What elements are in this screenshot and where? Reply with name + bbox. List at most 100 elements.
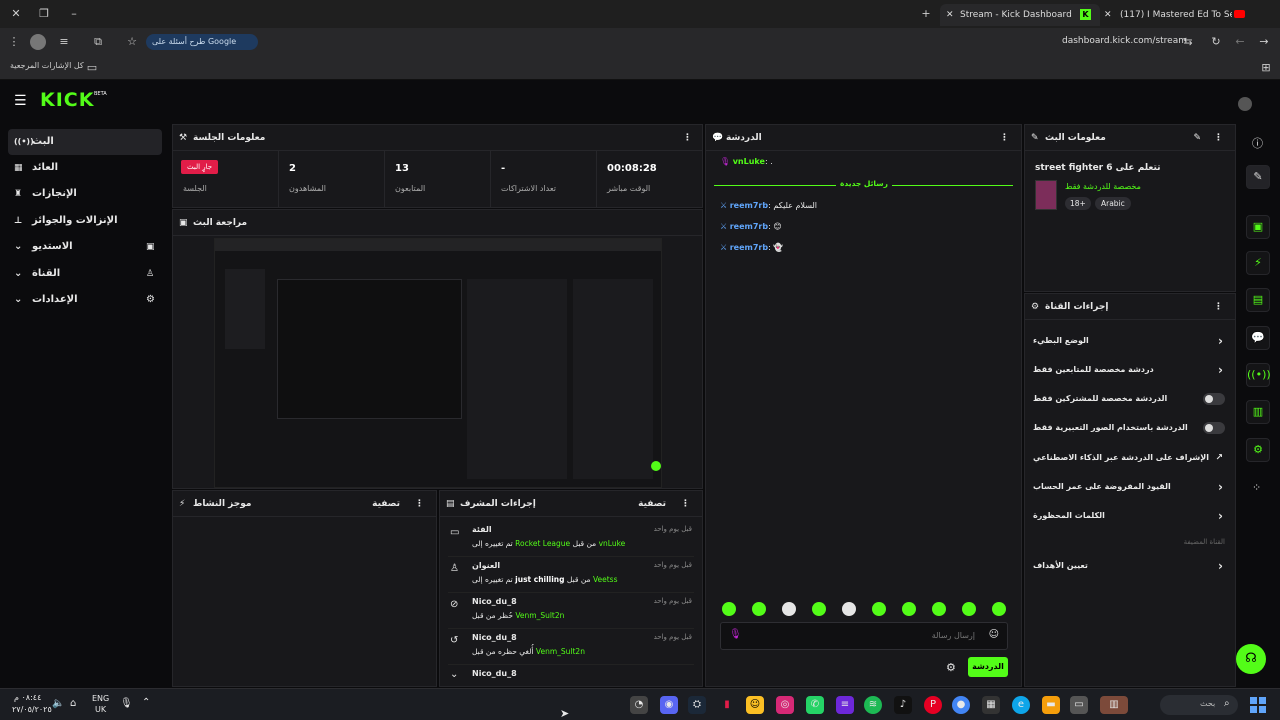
bookmark-star-icon[interactable]: ☆ <box>124 34 140 50</box>
edit-icon[interactable]: ✎ <box>1193 125 1201 151</box>
close-tab-icon[interactable]: ✕ <box>946 4 954 26</box>
sidebar-item-drops[interactable]: ⊥ الإنزالات والجوائز <box>8 208 162 234</box>
chat-input[interactable]: 🎙 إرسال رسالة ☺ <box>720 622 1008 650</box>
more-icon[interactable]: ⋮ <box>681 491 690 517</box>
action-account-age[interactable]: القيود المفروضة على عمر الحساب › <box>1025 473 1235 501</box>
mic-icon[interactable]: 🎙 <box>120 698 133 709</box>
chat-send-button[interactable]: الدردشة <box>968 657 1008 677</box>
app-yellow-icon[interactable]: ☺ <box>746 696 764 714</box>
action-ai-moderation[interactable]: الإشراف على الدردشة عبر الذكاء الاصطناعي… <box>1025 444 1235 472</box>
pinterest-icon[interactable]: P <box>924 696 942 714</box>
minimize-window-icon[interactable]: – <box>66 6 82 22</box>
more-icon[interactable]: ⋮ <box>683 125 692 151</box>
all-bookmarks-label[interactable]: كل الإشارات المرجعية <box>10 61 84 70</box>
filter-button[interactable]: تصفية <box>638 491 666 517</box>
forward-icon[interactable]: ← <box>1232 34 1248 50</box>
emote-icon[interactable] <box>842 602 856 616</box>
emote-icon[interactable] <box>902 602 916 616</box>
rail-chat-icon[interactable]: 💬 <box>1246 326 1270 350</box>
mod-row-head[interactable]: Nico_du_8 <box>472 669 517 678</box>
emoji-icon[interactable]: ☺ <box>989 629 999 640</box>
tab-youtube-video[interactable]: ✕ (117) I Mastered Ed To See If He <box>1100 4 1250 26</box>
google-search-chip[interactable]: طرح أسئلة على Google <box>146 34 258 50</box>
app-purple-icon[interactable]: ≡ <box>836 696 854 714</box>
rail-more-icon[interactable]: ⁘ <box>1252 481 1261 494</box>
sidebar-item-stream[interactable]: ((•)) البث <box>8 129 162 155</box>
widgets-icon[interactable]: ▥ <box>1100 696 1128 714</box>
taskbar-app-icon[interactable]: ◔ <box>630 696 648 714</box>
language-bottom[interactable]: UK <box>95 705 106 714</box>
back-icon[interactable]: → <box>1256 34 1272 50</box>
reading-list-icon[interactable]: ≡ <box>56 34 72 50</box>
profile-avatar[interactable] <box>30 34 46 50</box>
rail-wrench-icon[interactable]: ⚙ <box>1246 438 1270 462</box>
app-red-icon[interactable]: ▮ <box>718 696 736 714</box>
detail-user[interactable]: Venm_Sult2n <box>515 611 564 620</box>
tab-kick-dashboard[interactable]: ✕ Stream - Kick Dashboard K <box>940 4 1100 26</box>
rail-list-icon[interactable]: ▤ <box>1246 288 1270 312</box>
info-icon[interactable]: ⓘ <box>1252 135 1263 151</box>
windows-start-icon[interactable] <box>1250 697 1266 713</box>
hamburger-icon[interactable]: ☰ <box>14 93 27 109</box>
network-icon[interactable]: ⌂ <box>70 698 76 709</box>
emote-icon[interactable] <box>782 602 796 616</box>
edge-icon[interactable]: e <box>1012 696 1030 714</box>
detail-user[interactable]: Veetss <box>593 575 618 584</box>
whatsapp-icon[interactable]: ✆ <box>806 696 824 714</box>
more-icon[interactable]: ⋮ <box>415 491 424 517</box>
mod-row-head[interactable]: Nico_du_8 <box>472 633 517 642</box>
stream-preview-video[interactable] <box>214 238 662 488</box>
sidebar-item-achievements[interactable]: ♜ الإنجازات <box>8 181 162 207</box>
subscribers-only-toggle[interactable] <box>1203 393 1225 405</box>
rail-preview-icon[interactable]: ▣ <box>1246 215 1270 239</box>
emote-icon[interactable] <box>992 602 1006 616</box>
emote-icon[interactable] <box>812 602 826 616</box>
emote-icon[interactable] <box>962 602 976 616</box>
reload-icon[interactable]: ↻ <box>1208 34 1224 50</box>
new-tab-icon[interactable]: + <box>918 6 934 22</box>
more-icon[interactable]: ⋮ <box>1214 294 1223 320</box>
emote-icon[interactable] <box>752 602 766 616</box>
emote-icon[interactable] <box>872 602 886 616</box>
emote-only-toggle[interactable] <box>1203 422 1225 434</box>
filter-button[interactable]: تصفية <box>372 491 400 517</box>
detail-user[interactable]: vnLuke <box>599 539 626 548</box>
emote-icon[interactable] <box>722 602 736 616</box>
sidebar-item-channel[interactable]: ⌄ القناة ♙ <box>8 261 162 287</box>
sidebar-item-studio[interactable]: ⌄ الاستديو ▣ <box>8 234 162 260</box>
emote-icon[interactable] <box>932 602 946 616</box>
detail-user[interactable]: Venm_Sult2n <box>536 647 585 656</box>
action-banned-words[interactable]: الكلمات المحظورة › <box>1025 502 1235 530</box>
more-icon[interactable]: ⋮ <box>1000 125 1009 151</box>
chat-username[interactable]: reem7rb <box>730 243 768 252</box>
kick-logo[interactable]: KICK <box>40 89 94 111</box>
rail-bolt-icon[interactable]: ⚡ <box>1246 251 1270 275</box>
steam-icon[interactable]: ⛭ <box>688 696 706 714</box>
sidebar-item-settings[interactable]: ⌄ الإعدادات ⚙ <box>8 287 162 313</box>
volume-icon[interactable]: 🔈 <box>52 698 64 709</box>
taskbar-search[interactable]: بحث ⌕ <box>1160 695 1238 715</box>
spotify-icon[interactable]: ≋ <box>864 696 882 714</box>
close-tab-icon[interactable]: ✕ <box>1104 4 1112 26</box>
action-set-goals[interactable]: تعيين الأهداف › <box>1025 552 1235 580</box>
action-followers-only[interactable]: دردشة مخصصة للمتابعين فقط › <box>1025 356 1235 384</box>
url-text[interactable]: dashboard.kick.com/stream <box>1062 36 1187 46</box>
sidebar-item-revenue[interactable]: ▦ العائد <box>8 155 162 181</box>
tune-icon[interactable]: ⇆ <box>1180 34 1196 50</box>
rail-mod-icon[interactable]: ▥ <box>1246 400 1270 424</box>
rail-live-icon[interactable]: ((•)) <box>1246 363 1271 387</box>
discord-icon[interactable]: ◉ <box>660 696 678 714</box>
rail-edit-icon[interactable]: ✎ <box>1246 165 1270 189</box>
extensions-icon[interactable]: ⧉ <box>90 34 106 50</box>
chat-settings-gear-icon[interactable]: ⚙ <box>946 661 956 674</box>
chevron-up-icon[interactable]: ⌃ <box>142 697 150 708</box>
clock-time[interactable]: ٠٨:٤٤ م <box>14 693 41 702</box>
tiktok-icon[interactable]: ♪ <box>894 696 912 714</box>
restore-window-icon[interactable]: ❐ <box>36 6 52 22</box>
more-icon[interactable]: ⋮ <box>1214 125 1223 151</box>
help-button[interactable]: ☊ <box>1236 644 1266 674</box>
chat-username[interactable]: reem7rb <box>730 222 768 231</box>
instagram-icon[interactable]: ◎ <box>776 696 794 714</box>
file-explorer-icon[interactable]: ▬ <box>1042 696 1060 714</box>
language-top[interactable]: ENG <box>92 694 109 703</box>
